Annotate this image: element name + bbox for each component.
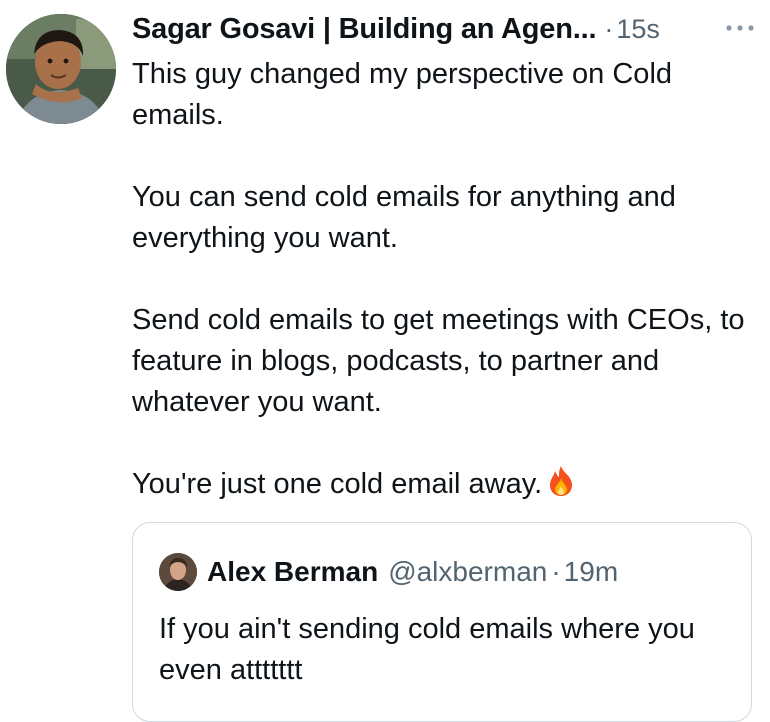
quoted-author-avatar [159,553,197,591]
quoted-author-name: Alex Berman [207,556,379,587]
quoted-tweet-card[interactable]: Alex Berman @alxberman · 19m If you ain'… [132,522,752,722]
quoted-tweet-header: Alex Berman @alxberman · 19m [159,553,618,591]
tweet-body: This guy changed my perspective on Cold … [132,54,752,509]
tweet-paragraph: Send cold emails to get meetings with CE… [132,304,745,418]
tweet-paragraph: You can send cold emails for anything an… [132,181,676,254]
tweet-paragraph-last: You're just one cold email away. [132,464,752,509]
author-name[interactable]: Sagar Gosavi | Building an Agen... [132,13,597,46]
fire-emoji-icon [546,465,576,509]
avatar-image [6,14,116,124]
more-horizontal-icon [726,25,754,31]
quoted-tweet-text: If you ain't sending cold emails where y… [159,613,695,686]
tweet-header: Sagar Gosavi | Building an Agen... · 15s [132,9,762,49]
quoted-avatar-image [159,553,197,591]
quoted-tweet-timestamp: 19m [563,556,619,587]
quoted-author-handle: @alxberman [388,556,548,587]
tweet-paragraph: This guy changed my perspective on Cold … [132,58,673,131]
quoted-separator-dot: · [551,556,561,587]
tweet-timestamp[interactable]: 15s [616,14,660,45]
separator-dot: · [604,13,614,44]
tweet-paragraph-text: You're just one cold email away. [132,468,543,500]
author-avatar[interactable] [6,14,116,124]
more-options-button[interactable] [722,13,758,43]
